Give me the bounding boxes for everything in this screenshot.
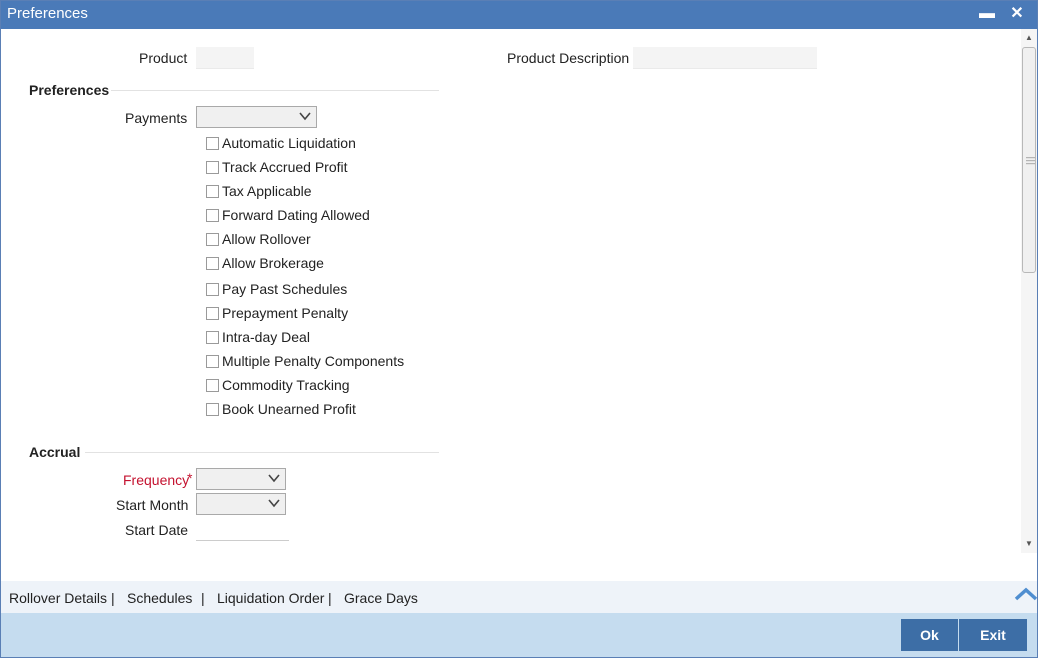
chevron-down-icon [268, 474, 280, 483]
payments-label: Payments [125, 110, 188, 126]
ok-button[interactable]: Ok [901, 619, 958, 651]
checkbox[interactable] [206, 233, 219, 246]
chevron-up-icon[interactable] [1014, 585, 1038, 603]
close-icon[interactable]: ✕ [1007, 3, 1027, 25]
tab-separator: | [328, 590, 332, 606]
preferences-divider [111, 90, 439, 91]
tab-rollover-details[interactable]: Rollover Details [9, 590, 107, 606]
checkbox-label: Intra-day Deal [222, 329, 310, 345]
checkbox[interactable] [206, 257, 219, 270]
checkbox[interactable] [206, 307, 219, 320]
payments-select[interactable] [196, 106, 317, 128]
frequency-select[interactable] [196, 468, 286, 490]
checkbox[interactable] [206, 331, 219, 344]
product-description-label: Product Description [507, 50, 630, 66]
scroll-thumb[interactable]: ― ― ― [1022, 47, 1036, 273]
checkbox-label: Prepayment Penalty [222, 305, 349, 321]
chevron-down-icon [299, 112, 311, 121]
checkbox[interactable] [206, 161, 219, 174]
required-marker: * [187, 470, 193, 486]
vertical-scrollbar[interactable]: ▲ ― ― ― ▼ [1021, 29, 1037, 553]
scroll-up-icon[interactable]: ▲ [1024, 33, 1034, 43]
checkbox[interactable] [206, 283, 219, 296]
checkbox-label: Allow Rollover [222, 231, 311, 247]
footer-bar: Ok Exit [1, 613, 1037, 657]
tab-liquidation-order[interactable]: Liquidation Order [217, 590, 324, 606]
checkbox-label: Automatic Liquidation [222, 135, 356, 151]
checkbox[interactable] [206, 355, 219, 368]
checkbox[interactable] [206, 209, 219, 222]
grip-icon: ― ― ― [1026, 152, 1035, 168]
window-title: Preferences [7, 5, 88, 22]
tab-schedules[interactable]: Schedules [127, 590, 192, 606]
checkbox-label: Track Accrued Profit [222, 159, 348, 175]
product-label: Product [139, 50, 188, 66]
checkbox-label: Tax Applicable [222, 183, 312, 199]
chevron-down-icon [268, 499, 280, 508]
checkbox-label: Allow Brokerage [222, 255, 324, 271]
main-content: Product Product Description Preferences … [1, 29, 1021, 581]
title-bar: Preferences ▬ ✕ [1, 1, 1037, 29]
start-date-label: Start Date [125, 522, 189, 538]
checkbox-label: Forward Dating Allowed [222, 207, 370, 223]
sub-screen-tabs: Rollover Details | Schedules | Liquidati… [1, 581, 1038, 613]
tab-separator: | [201, 590, 205, 606]
frequency-label: Frequency [123, 472, 190, 488]
accrual-section-title: Accrual [29, 444, 81, 460]
exit-button[interactable]: Exit [959, 619, 1027, 651]
minimize-icon[interactable]: ▬ [977, 3, 997, 25]
checkbox[interactable] [206, 137, 219, 150]
checkbox-label: Commodity Tracking [222, 377, 350, 393]
product-field[interactable] [196, 47, 254, 69]
checkbox[interactable] [206, 379, 219, 392]
product-description-field[interactable] [633, 47, 817, 69]
tab-grace-days[interactable]: Grace Days [344, 590, 418, 606]
checkbox[interactable] [206, 403, 219, 416]
checkbox-label: Multiple Penalty Components [222, 353, 405, 369]
start-date-input[interactable] [196, 519, 289, 541]
checkbox[interactable] [206, 185, 219, 198]
preferences-section-title: Preferences [29, 82, 110, 98]
start-month-label: Start Month [116, 497, 189, 513]
preferences-window: Preferences ▬ ✕ Product Product Descript… [0, 0, 1038, 658]
accrual-divider [85, 452, 439, 453]
start-month-select[interactable] [196, 493, 286, 515]
scroll-down-icon[interactable]: ▼ [1024, 539, 1034, 549]
checkbox-label: Pay Past Schedules [222, 281, 348, 297]
tab-separator: | [111, 590, 115, 606]
checkbox-label: Book Unearned Profit [222, 401, 356, 417]
